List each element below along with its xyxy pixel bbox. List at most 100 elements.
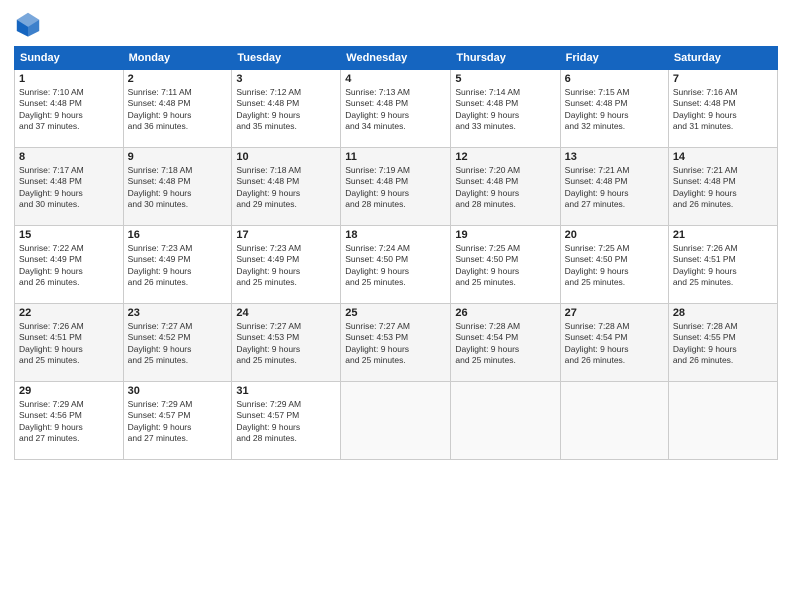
day-info: Sunrise: 7:26 AM Sunset: 4:51 PM Dayligh… — [19, 321, 119, 367]
calendar-cell: 12 Sunrise: 7:20 AM Sunset: 4:48 PM Dayli… — [451, 148, 560, 226]
day-info: Sunrise: 7:21 AM Sunset: 4:48 PM Dayligh… — [565, 165, 664, 211]
calendar-cell: 11 Sunrise: 7:19 AM Sunset: 4:48 PM Dayli… — [341, 148, 451, 226]
header-row — [14, 10, 778, 38]
day-info: Sunrise: 7:28 AM Sunset: 4:54 PM Dayligh… — [455, 321, 555, 367]
day-info: Sunrise: 7:27 AM Sunset: 4:53 PM Dayligh… — [345, 321, 446, 367]
calendar-cell: 13 Sunrise: 7:21 AM Sunset: 4:48 PM Dayli… — [560, 148, 668, 226]
calendar-cell: 26Sunrise: 7:28 AM Sunset: 4:54 PM Dayli… — [451, 304, 560, 382]
day-info: Sunrise: 7:17 AM Sunset: 4:48 PM Dayligh… — [19, 165, 119, 211]
col-header-friday: Friday — [560, 47, 668, 70]
day-info: Sunrise: 7:22 AM Sunset: 4:49 PM Dayligh… — [19, 243, 119, 289]
calendar-cell: 25 Sunrise: 7:27 AM Sunset: 4:53 PM Dayli… — [341, 304, 451, 382]
day-number: 9 — [128, 151, 228, 163]
col-header-sunday: Sunday — [15, 47, 124, 70]
calendar-cell: 15 Sunrise: 7:22 AM Sunset: 4:49 PM Dayli… — [15, 226, 124, 304]
week-row-2: 8 Sunrise: 7:17 AM Sunset: 4:48 PM Daylig… — [15, 148, 778, 226]
calendar-cell — [341, 382, 451, 460]
day-number: 4 — [345, 73, 446, 85]
calendar-cell: 18 Sunrise: 7:24 AM Sunset: 4:50 PM Dayli… — [341, 226, 451, 304]
week-row-5: 29 Sunrise: 7:29 AM Sunset: 4:56 PM Dayli… — [15, 382, 778, 460]
day-number: 1 — [19, 73, 119, 85]
day-number: 3 — [236, 73, 336, 85]
calendar-cell: 8 Sunrise: 7:17 AM Sunset: 4:48 PM Daylig… — [15, 148, 124, 226]
col-header-monday: Monday — [123, 47, 232, 70]
day-number: 29 — [19, 385, 119, 397]
day-number: 8 — [19, 151, 119, 163]
calendar-cell: 19Sunrise: 7:25 AM Sunset: 4:50 PM Dayli… — [451, 226, 560, 304]
day-number: 20 — [565, 229, 664, 241]
calendar-cell: 5 Sunrise: 7:14 AM Sunset: 4:48 PM Daylig… — [451, 70, 560, 148]
day-info: Sunrise: 7:23 AM Sunset: 4:49 PM Dayligh… — [236, 243, 336, 289]
calendar-cell: 29 Sunrise: 7:29 AM Sunset: 4:56 PM Dayli… — [15, 382, 124, 460]
day-number: 21 — [673, 229, 773, 241]
calendar-cell: 2Sunrise: 7:11 AM Sunset: 4:48 PM Daylig… — [123, 70, 232, 148]
day-info: Sunrise: 7:20 AM Sunset: 4:48 PM Dayligh… — [455, 165, 555, 211]
day-info: Sunrise: 7:18 AM Sunset: 4:48 PM Dayligh… — [236, 165, 336, 211]
calendar-cell: 4Sunrise: 7:13 AM Sunset: 4:48 PM Daylig… — [341, 70, 451, 148]
calendar-cell: 23 Sunrise: 7:27 AM Sunset: 4:52 PM Dayli… — [123, 304, 232, 382]
week-row-4: 22 Sunrise: 7:26 AM Sunset: 4:51 PM Dayli… — [15, 304, 778, 382]
col-header-wednesday: Wednesday — [341, 47, 451, 70]
day-number: 15 — [19, 229, 119, 241]
day-info: Sunrise: 7:25 AM Sunset: 4:50 PM Dayligh… — [565, 243, 664, 289]
day-number: 17 — [236, 229, 336, 241]
calendar-cell: 20 Sunrise: 7:25 AM Sunset: 4:50 PM Dayli… — [560, 226, 668, 304]
calendar-body: 1 Sunrise: 7:10 AM Sunset: 4:48 PM Daylig… — [15, 70, 778, 460]
day-info: Sunrise: 7:24 AM Sunset: 4:50 PM Dayligh… — [345, 243, 446, 289]
day-info: Sunrise: 7:28 AM Sunset: 4:55 PM Dayligh… — [673, 321, 773, 367]
calendar-cell — [668, 382, 777, 460]
day-number: 7 — [673, 73, 773, 85]
day-number: 28 — [673, 307, 773, 319]
day-info: Sunrise: 7:21 AM Sunset: 4:48 PM Dayligh… — [673, 165, 773, 211]
day-number: 24 — [236, 307, 336, 319]
week-row-3: 15 Sunrise: 7:22 AM Sunset: 4:49 PM Dayli… — [15, 226, 778, 304]
day-info: Sunrise: 7:26 AM Sunset: 4:51 PM Dayligh… — [673, 243, 773, 289]
day-number: 11 — [345, 151, 446, 163]
calendar-table: SundayMondayTuesdayWednesdayThursdayFrid… — [14, 46, 778, 460]
col-header-thursday: Thursday — [451, 47, 560, 70]
day-info: Sunrise: 7:14 AM Sunset: 4:48 PM Dayligh… — [455, 87, 555, 133]
calendar-cell: 14 Sunrise: 7:21 AM Sunset: 4:48 PM Dayli… — [668, 148, 777, 226]
calendar-cell — [560, 382, 668, 460]
calendar-cell: 9 Sunrise: 7:18 AM Sunset: 4:48 PM Daylig… — [123, 148, 232, 226]
day-number: 12 — [455, 151, 555, 163]
day-info: Sunrise: 7:27 AM Sunset: 4:52 PM Dayligh… — [128, 321, 228, 367]
calendar-cell: 21 Sunrise: 7:26 AM Sunset: 4:51 PM Dayli… — [668, 226, 777, 304]
calendar-cell: 27 Sunrise: 7:28 AM Sunset: 4:54 PM Dayli… — [560, 304, 668, 382]
week-row-1: 1 Sunrise: 7:10 AM Sunset: 4:48 PM Daylig… — [15, 70, 778, 148]
day-number: 14 — [673, 151, 773, 163]
calendar-cell: 17 Sunrise: 7:23 AM Sunset: 4:49 PM Dayli… — [232, 226, 341, 304]
day-number: 27 — [565, 307, 664, 319]
col-header-saturday: Saturday — [668, 47, 777, 70]
calendar-cell: 31Sunrise: 7:29 AM Sunset: 4:57 PM Dayli… — [232, 382, 341, 460]
day-info: Sunrise: 7:19 AM Sunset: 4:48 PM Dayligh… — [345, 165, 446, 211]
column-header-row: SundayMondayTuesdayWednesdayThursdayFrid… — [15, 47, 778, 70]
day-number: 13 — [565, 151, 664, 163]
day-info: Sunrise: 7:28 AM Sunset: 4:54 PM Dayligh… — [565, 321, 664, 367]
calendar-cell: 3 Sunrise: 7:12 AM Sunset: 4:48 PM Daylig… — [232, 70, 341, 148]
day-number: 10 — [236, 151, 336, 163]
day-number: 23 — [128, 307, 228, 319]
calendar-cell: 24 Sunrise: 7:27 AM Sunset: 4:53 PM Dayli… — [232, 304, 341, 382]
day-number: 19 — [455, 229, 555, 241]
day-number: 5 — [455, 73, 555, 85]
day-info: Sunrise: 7:29 AM Sunset: 4:56 PM Dayligh… — [19, 399, 119, 445]
day-number: 25 — [345, 307, 446, 319]
day-number: 30 — [128, 385, 228, 397]
day-info: Sunrise: 7:29 AM Sunset: 4:57 PM Dayligh… — [128, 399, 228, 445]
calendar-cell: 1 Sunrise: 7:10 AM Sunset: 4:48 PM Daylig… — [15, 70, 124, 148]
logo — [14, 10, 46, 38]
day-info: Sunrise: 7:10 AM Sunset: 4:48 PM Dayligh… — [19, 87, 119, 133]
calendar-cell: 10 Sunrise: 7:18 AM Sunset: 4:48 PM Dayli… — [232, 148, 341, 226]
day-number: 22 — [19, 307, 119, 319]
day-info: Sunrise: 7:16 AM Sunset: 4:48 PM Dayligh… — [673, 87, 773, 133]
calendar-cell — [451, 382, 560, 460]
calendar-container: SundayMondayTuesdayWednesdayThursdayFrid… — [0, 0, 792, 468]
day-number: 18 — [345, 229, 446, 241]
logo-icon — [14, 10, 42, 38]
day-info: Sunrise: 7:11 AM Sunset: 4:48 PM Dayligh… — [128, 87, 228, 133]
day-info: Sunrise: 7:27 AM Sunset: 4:53 PM Dayligh… — [236, 321, 336, 367]
calendar-cell: 16Sunrise: 7:23 AM Sunset: 4:49 PM Dayli… — [123, 226, 232, 304]
day-info: Sunrise: 7:12 AM Sunset: 4:48 PM Dayligh… — [236, 87, 336, 133]
day-info: Sunrise: 7:18 AM Sunset: 4:48 PM Dayligh… — [128, 165, 228, 211]
